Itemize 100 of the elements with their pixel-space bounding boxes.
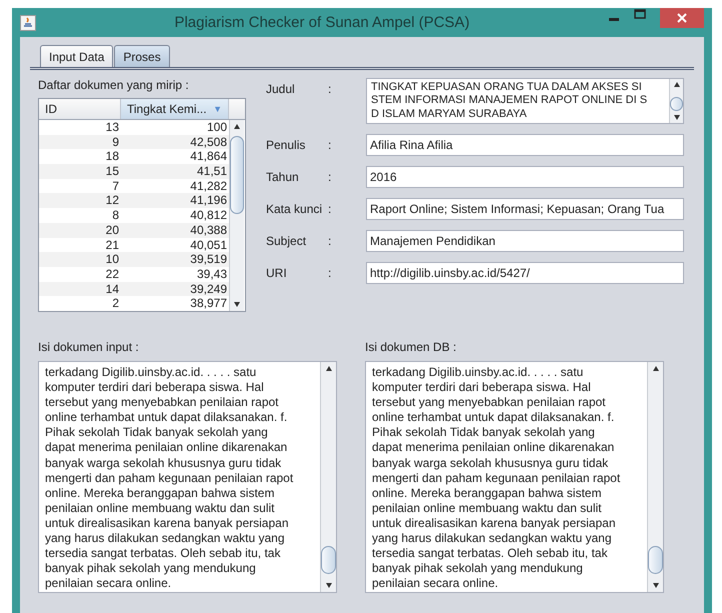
text-line: banyak pihak sekolah yang mendukung bbox=[45, 561, 257, 576]
text-line: mengerti dan paham kegunaan penilaian rapot bbox=[45, 470, 294, 486]
text-line: banyak warga sekolah khususnya guru tidak bbox=[372, 456, 610, 471]
scroll-thumb[interactable] bbox=[648, 546, 663, 574]
scroll-down-arrow-icon[interactable] bbox=[324, 581, 332, 589]
scrollbar[interactable] bbox=[669, 79, 683, 123]
text-line: yang harus dilakukan sedangkan waktu yang bbox=[372, 531, 612, 546]
table-cell-text: 39,519 bbox=[189, 252, 228, 267]
text-line: komputer terdiri dari beberapa siswa. Hal bbox=[45, 380, 265, 396]
column-header[interactable]: Tingkat Kemi... ▼ bbox=[121, 99, 229, 119]
table-cell-text: 22 bbox=[104, 266, 120, 282]
field-label: URI bbox=[266, 266, 288, 280]
field-label: Subject bbox=[266, 234, 308, 248]
field-label: Tahun bbox=[266, 170, 300, 184]
text-line: banyak pihak sekolah yang mendukung bbox=[372, 561, 584, 576]
table-row[interactable]: 9 42,508 bbox=[39, 134, 229, 150]
table-cell-text: 100 bbox=[206, 120, 228, 135]
window-title: Plagiarism Checker of Sunan Ampel (PCSA) bbox=[173, 14, 471, 31]
text-line: terkadang Digilib.uinsby.ac.id. . . . . satu bbox=[45, 365, 258, 380]
table-cell-text: 41,196 bbox=[189, 193, 228, 208]
scroll-down-arrow-icon[interactable] bbox=[672, 113, 680, 121]
scroll-down-arrow-icon[interactable] bbox=[652, 581, 660, 589]
input-field[interactable]: 2016 bbox=[366, 166, 684, 188]
colon-text: : bbox=[328, 170, 332, 184]
header-corner bbox=[229, 99, 245, 119]
table-cell-text: 2 bbox=[111, 296, 120, 311]
table-cell-text: 21 bbox=[104, 238, 120, 252]
colon-text: : bbox=[328, 138, 332, 152]
text-line: tersebut yang menyebabkan penilaian rapot bbox=[372, 395, 606, 410]
table-cell-text: 12 bbox=[104, 193, 120, 208]
text-line: online terhambat untuk dapat dilaksanakan. f. bbox=[372, 410, 616, 426]
text-line: banyak warga sekolah khususnya guru tidak bbox=[45, 456, 282, 471]
scroll-thumb[interactable] bbox=[230, 136, 244, 214]
input-field[interactable]: http://digilib.uinsby.ac.id/5427/ bbox=[366, 262, 684, 284]
title-text-area[interactable]: TINGKAT KEPUASAN ORANG TUA DALAM AKSES SI STEM INFORMASI MANAJEMEN RAPOT ONLINE DI S D ISLAM MARYAM SURABAYA bbox=[366, 78, 684, 124]
colon-text: : bbox=[328, 234, 332, 248]
table-cell-text: 14 bbox=[104, 282, 120, 296]
close-icon[interactable] bbox=[677, 13, 687, 23]
text-line: yang harus dilakukan sedangkan waktu yang bbox=[45, 531, 286, 546]
table-cell-text: 13 bbox=[104, 120, 120, 135]
document-text-area[interactable] bbox=[38, 361, 337, 593]
text-line: online. Mereka beranggapan bahwa sistem bbox=[45, 486, 276, 501]
table-cell-text: 15 bbox=[104, 164, 120, 179]
scrollbar[interactable] bbox=[320, 362, 336, 592]
text-line: TINGKAT KEPUASAN ORANG TUA DALAM AKSES SI bbox=[371, 80, 643, 94]
input-field[interactable]: Manajemen Pendidikan bbox=[366, 230, 684, 252]
input-field[interactable]: Afilia Rina Afilia bbox=[366, 134, 684, 156]
tab[interactable]: Proses bbox=[114, 45, 170, 67]
table-row[interactable]: 20 40,388 bbox=[39, 222, 229, 238]
scroll-thumb[interactable] bbox=[321, 546, 336, 574]
input-field[interactable]: Raport Online; Sistem Informasi; Kepuasan; Orang Tua bbox=[366, 198, 684, 220]
table-row[interactable]: 7 41,282 bbox=[39, 178, 229, 194]
sort-indicator: ▼ bbox=[213, 104, 222, 114]
text-line: untuk direalisasikan karena banyak persiapan bbox=[45, 516, 290, 532]
text-line: D ISLAM MARYAM SURABAYA bbox=[371, 108, 528, 122]
scroll-up-arrow-icon[interactable] bbox=[672, 81, 680, 89]
scroll-down-arrow-icon[interactable] bbox=[233, 300, 241, 308]
text-line: tersedia sangat terbatas. Oleh sebab itu, tak bbox=[45, 546, 282, 562]
scroll-up-arrow-icon[interactable] bbox=[233, 123, 241, 131]
column-header[interactable]: ID bbox=[39, 99, 121, 119]
table-cell-text: 10 bbox=[104, 252, 120, 267]
text-line: tersedia sangat terbatas. Oleh sebab itu, tak bbox=[372, 546, 608, 562]
scrollbar[interactable] bbox=[647, 362, 663, 592]
tab[interactable]: Input Data bbox=[40, 45, 114, 67]
text-line: penilaian online membuang waktu dan sulit bbox=[45, 500, 276, 516]
text-line: penilaian online membuang waktu dan sulit bbox=[372, 500, 602, 516]
text-line: penilaian secara online. bbox=[372, 576, 500, 592]
table-cell-text: 42,508 bbox=[189, 134, 228, 150]
document-label: Isi dokumen input : bbox=[38, 340, 140, 354]
colon-text: : bbox=[328, 266, 332, 280]
table-cell-text: 40,812 bbox=[189, 208, 228, 223]
field-label: Judul bbox=[266, 81, 296, 96]
scroll-up-arrow-icon[interactable] bbox=[652, 365, 660, 373]
maximize-icon[interactable] bbox=[634, 8, 646, 20]
text-line: Pihak sekolah Tidak banyak sekolah yang bbox=[45, 425, 269, 440]
scrollbar[interactable] bbox=[229, 120, 244, 311]
app-icon bbox=[20, 14, 36, 30]
text-line: penilaian secara online. bbox=[45, 576, 172, 592]
table-cell-text: 18 bbox=[104, 149, 120, 164]
table-cell-text: 40,051 bbox=[189, 238, 228, 252]
field-label: Penulis bbox=[266, 138, 306, 152]
table-row[interactable]: 10 39,519 bbox=[39, 252, 229, 267]
text-line: tersebut yang menyebabkan penilaian rapot bbox=[45, 395, 280, 410]
table-cell-text: 9 bbox=[111, 134, 120, 150]
text-line: STEM INFORMASI MANAJEMEN RAPOT ONLINE DI S bbox=[371, 94, 648, 108]
scroll-up-arrow-icon[interactable] bbox=[324, 365, 332, 373]
table-row[interactable]: 14 39,249 bbox=[39, 282, 229, 296]
table-row[interactable]: 12 41,196 bbox=[39, 193, 229, 208]
list-label: Daftar dokumen yang mirip : bbox=[38, 78, 190, 92]
text-line: dapat menerima penilaian online dikarenakan bbox=[45, 440, 288, 456]
table-cell-text: 41,282 bbox=[189, 178, 228, 194]
scroll-thumb[interactable] bbox=[670, 97, 684, 111]
table-cell-text: 41,51 bbox=[196, 164, 228, 179]
text-line: komputer terdiri dari beberapa siswa. Hal bbox=[372, 380, 592, 396]
table-row[interactable]: 21 40,051 bbox=[39, 238, 229, 252]
close-button[interactable] bbox=[660, 8, 704, 28]
text-line: dapat menerima penilaian online dikarenakan bbox=[372, 440, 616, 456]
table-row[interactable]: 15 41,51 bbox=[39, 164, 229, 179]
table-cell-text: 39,249 bbox=[189, 282, 228, 296]
document-text-area[interactable] bbox=[365, 361, 664, 593]
